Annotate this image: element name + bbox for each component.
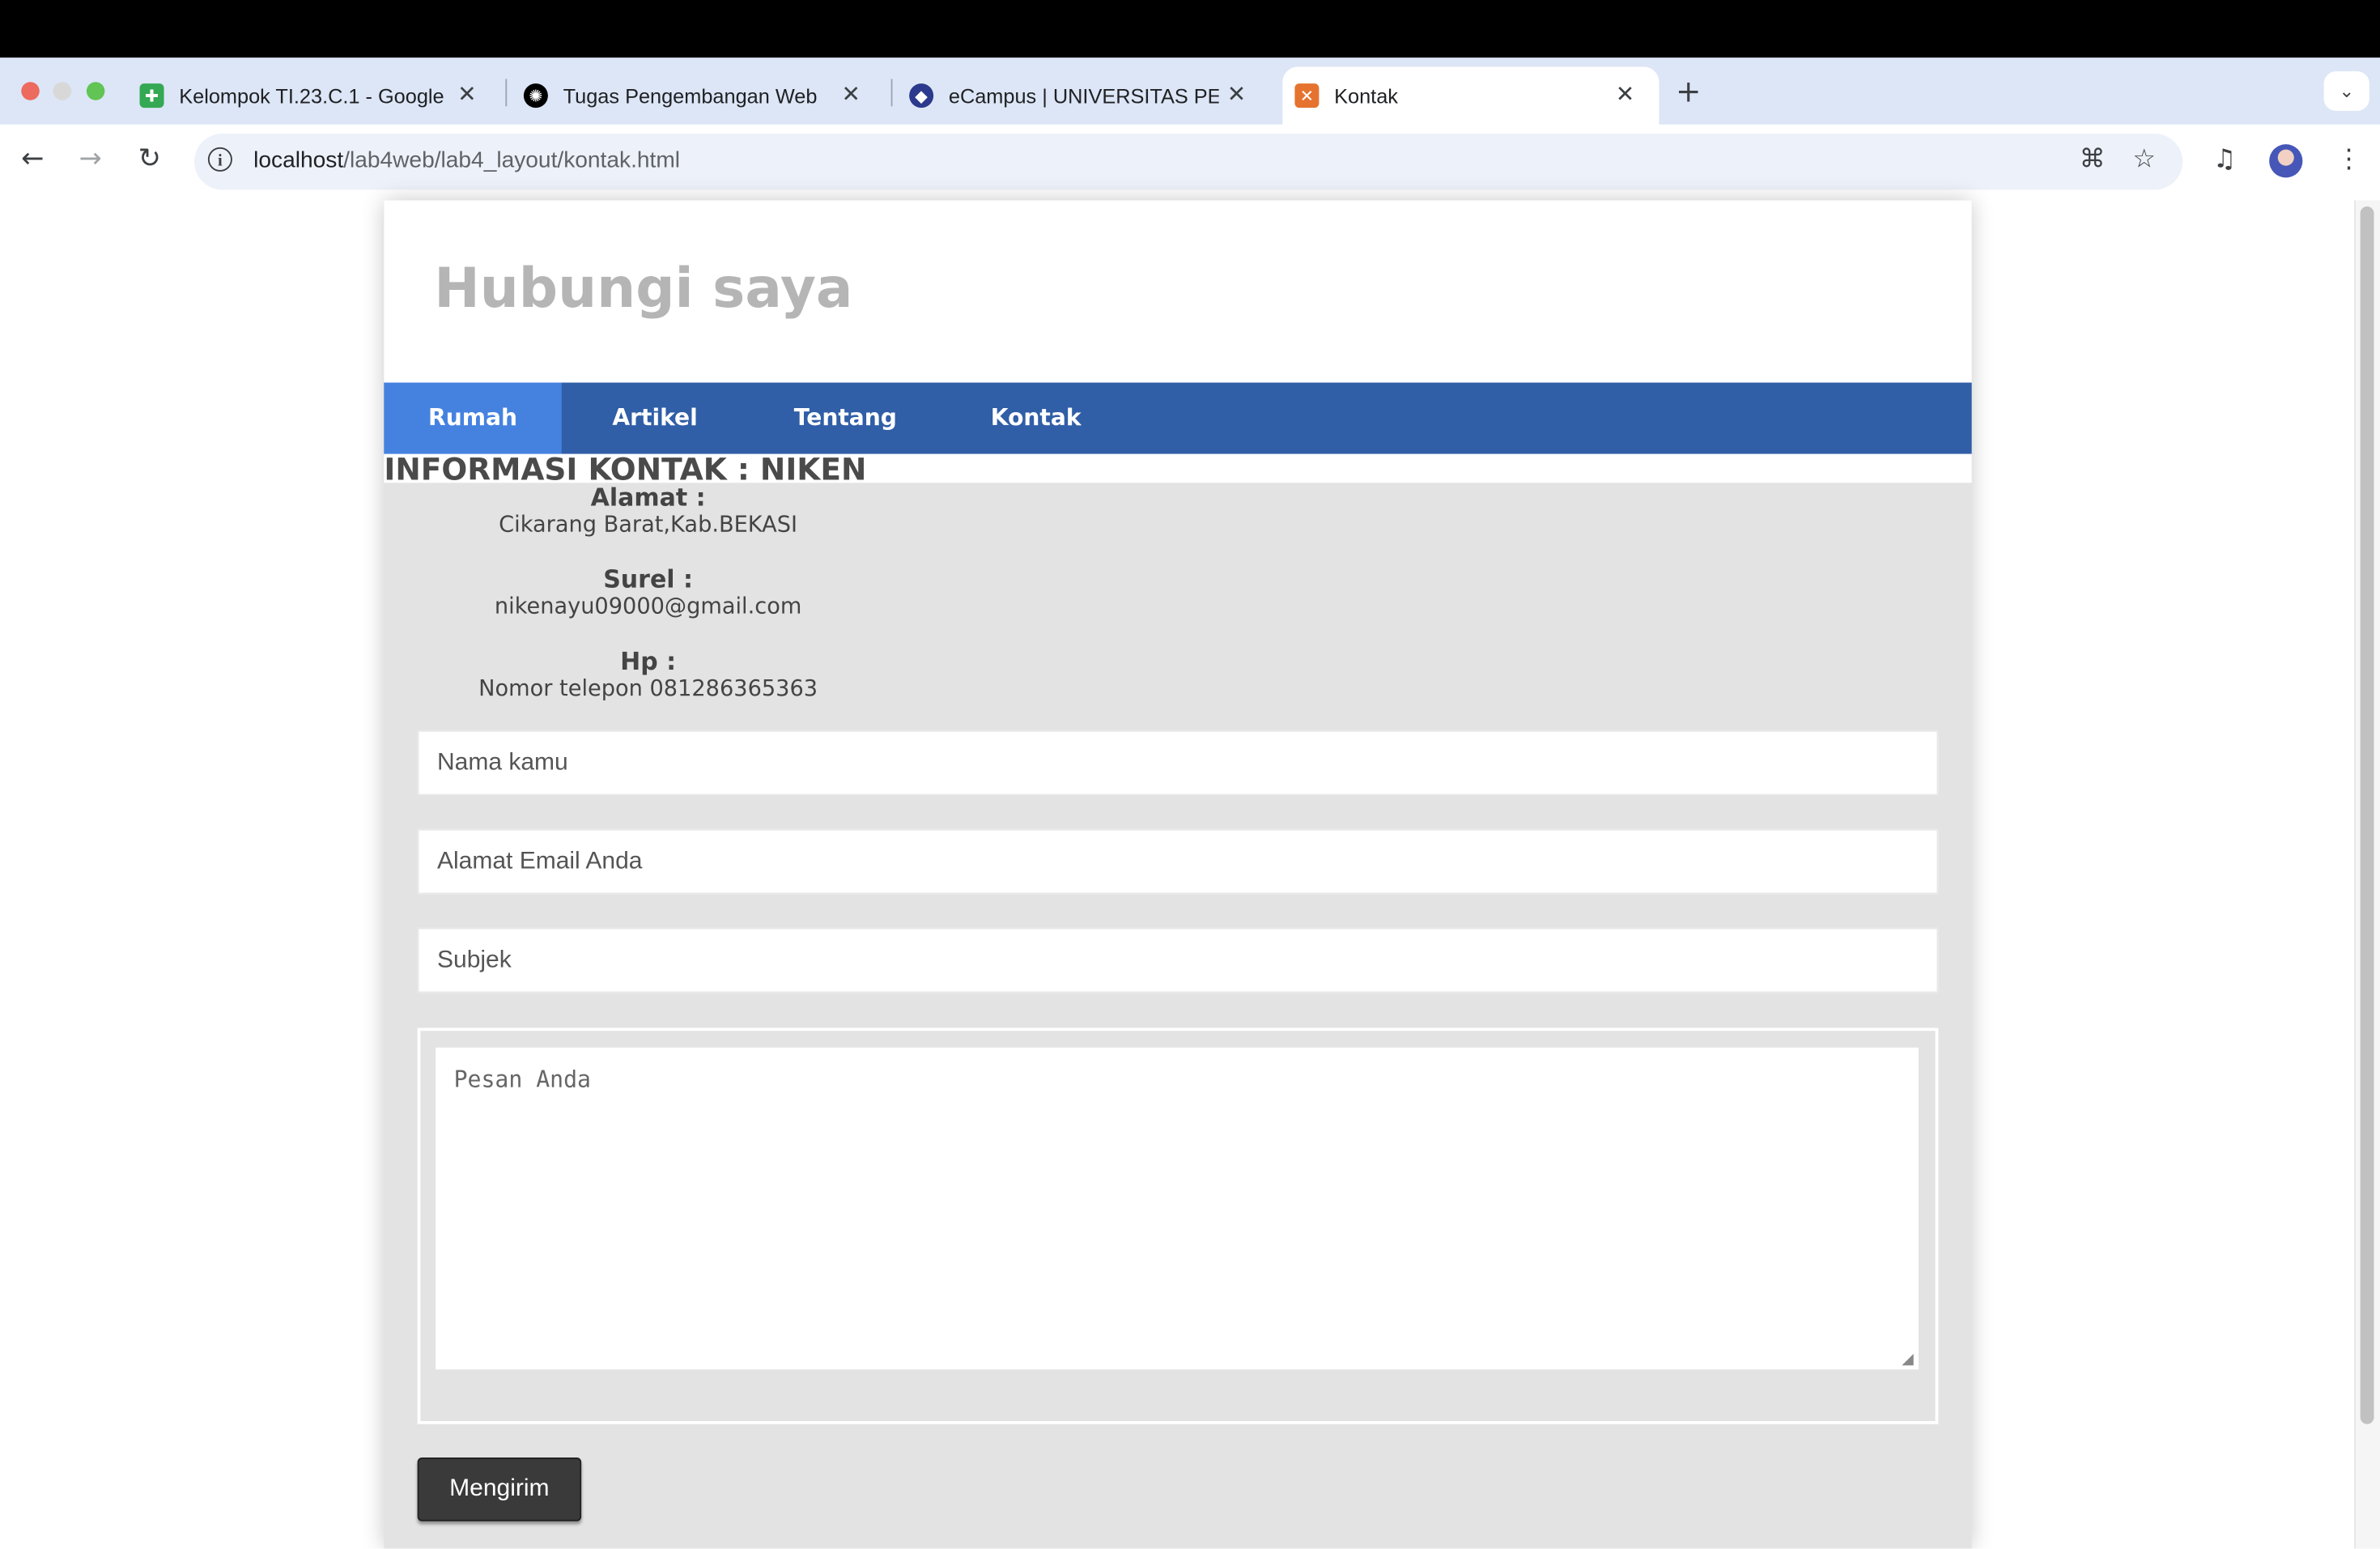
tab-title: eCampus | UNIVERSITAS PEL	[948, 84, 1219, 108]
address-block: Alamat : Cikarang Barat,Kab.BEKASI	[384, 483, 912, 538]
close-tab-icon[interactable]: ✕	[842, 80, 861, 108]
browser-window: ✚ Kelompok TI.23.C.1 - Google ✕ ✺ Tugas …	[0, 0, 2380, 1549]
profile-avatar[interactable]	[2269, 144, 2303, 178]
subject-input[interactable]	[417, 927, 1939, 994]
address-label: Alamat :	[590, 483, 706, 512]
main-nav: Rumah Artikel Tentang Kontak	[384, 382, 1972, 454]
tab-sheets[interactable]: ✚ Kelompok TI.23.C.1 - Google ✕	[128, 67, 501, 125]
minimize-window-button[interactable]	[53, 82, 72, 100]
translate-icon[interactable]: ⌘	[2080, 144, 2106, 175]
nav-item-rumah[interactable]: Rumah	[384, 382, 562, 454]
nav-item-artikel[interactable]: Artikel	[562, 383, 749, 454]
address-value: Cikarang Barat,Kab.BEKASI	[499, 513, 798, 538]
site-header: Hubungi saya	[384, 200, 1972, 383]
name-input[interactable]	[417, 730, 1939, 796]
site-title: Hubungi saya	[434, 257, 853, 321]
reload-icon[interactable]: ↻	[138, 143, 161, 174]
back-icon[interactable]: ←	[21, 143, 44, 174]
tab-title: Kontak	[1334, 84, 1398, 108]
url-host: localhost	[253, 147, 344, 173]
tab-separator	[890, 79, 893, 107]
contact-info-heading: INFORMASI KONTAK : NIKEN	[384, 450, 867, 487]
site-info-icon[interactable]: i	[207, 147, 232, 172]
tab-ecampus[interactable]: ◆ eCampus | UNIVERSITAS PEL ✕	[897, 67, 1270, 125]
page-container: Hubungi saya Rumah Artikel Tentang Konta…	[384, 200, 1972, 1549]
sheets-icon: ✚	[139, 83, 164, 109]
email-block: Surel : nikenayu09000@gmail.com	[384, 565, 912, 620]
campus-icon: ◆	[909, 83, 934, 109]
scrollbar-thumb[interactable]	[2360, 206, 2374, 1424]
phone-value: Nomor telepon 081286365363	[478, 677, 818, 702]
openai-icon: ✺	[523, 83, 548, 109]
nav-item-tentang[interactable]: Tentang	[748, 383, 942, 454]
close-tab-icon[interactable]: ✕	[457, 80, 477, 108]
tab-title: Tugas Pengembangan Web	[563, 84, 818, 108]
submit-button[interactable]: Mengirim	[417, 1458, 582, 1521]
close-tab-icon[interactable]: ✕	[1616, 80, 1635, 108]
url-text[interactable]: localhost/lab4web/lab4_layout/kontak.htm…	[253, 147, 680, 173]
email-input[interactable]	[417, 828, 1939, 895]
phone-block: Hp : Nomor telepon 081286365363	[384, 647, 912, 702]
url-path: /lab4web/lab4_layout/kontak.html	[343, 147, 681, 173]
more-menu-icon[interactable]: ⋮	[2336, 144, 2362, 175]
close-window-button[interactable]	[21, 82, 40, 100]
maximize-window-button[interactable]	[86, 82, 105, 100]
resize-handle-icon[interactable]: ◢	[1902, 1351, 1913, 1368]
bookmark-star-icon[interactable]: ☆	[2132, 144, 2156, 175]
tab-search-icon[interactable]: ⌄	[2323, 71, 2369, 111]
message-textarea[interactable]	[436, 1047, 1919, 1370]
email-value: nikenayu09000@gmail.com	[494, 595, 802, 619]
tab-chatgpt[interactable]: ✺ Tugas Pengembangan Web ✕	[512, 67, 885, 125]
xampp-icon: ✕	[1294, 83, 1320, 109]
tab-kontak[interactable]: ✕ Kontak ✕	[1282, 66, 1660, 125]
tab-separator	[505, 79, 508, 107]
nav-item-kontak[interactable]: Kontak	[942, 383, 1129, 454]
tab-title: Kelompok TI.23.C.1 - Google	[179, 84, 444, 108]
email-label: Surel :	[603, 564, 694, 594]
new-tab-icon[interactable]: +	[1676, 73, 1701, 109]
close-tab-icon[interactable]: ✕	[1227, 80, 1247, 108]
forward-icon[interactable]: →	[79, 143, 102, 174]
phone-label: Hp :	[620, 646, 677, 676]
os-top-bar	[0, 0, 2380, 58]
media-control-icon[interactable]: ♫	[2213, 144, 2237, 175]
